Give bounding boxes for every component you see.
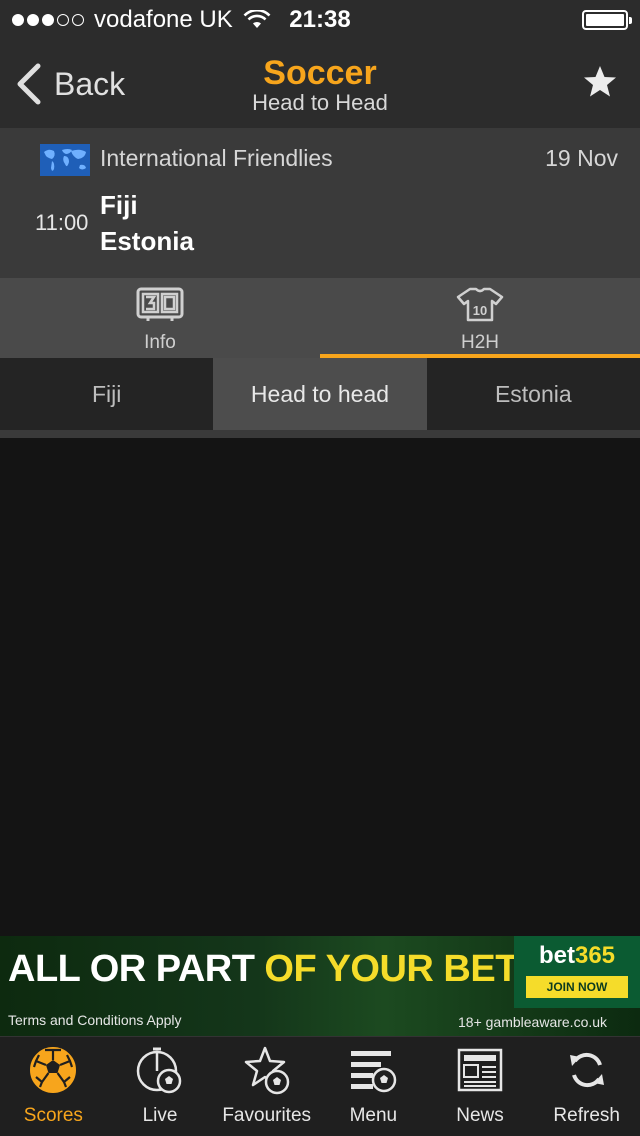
ad-headline-yellow: OF YOUR BET — [264, 948, 518, 990]
page-subtitle: Head to Head — [252, 90, 388, 115]
match-date: 19 Nov — [545, 145, 618, 171]
bottom-tab-live[interactable]: Live — [107, 1037, 214, 1136]
bottom-tab-favourites[interactable]: Favourites — [213, 1037, 320, 1136]
status-bar: vodafone UK 21:38 — [0, 0, 640, 40]
svg-text:10: 10 — [473, 303, 487, 318]
h2h-segment-control: Fiji Head to head Estonia — [0, 358, 640, 430]
tab-label: H2H — [460, 332, 499, 353]
star-icon[interactable] — [582, 64, 618, 100]
segment-away[interactable]: Estonia — [427, 358, 640, 430]
navigation-bar: Back Soccer Head to Head — [0, 40, 640, 128]
soccer-ball-icon — [30, 1047, 77, 1093]
ad-terms: Terms and Conditions Apply — [8, 1012, 182, 1028]
carrier-name: vodafone UK — [94, 6, 233, 33]
signal-dot — [72, 14, 84, 26]
h2h-content — [0, 438, 640, 936]
bet365-logo: bet365 JOIN NOW — [514, 936, 640, 1008]
bottom-tab-label: Menu — [349, 1105, 398, 1126]
favourites-icon — [244, 1046, 289, 1095]
ad-gambleaware: 18+ gambleaware.co.uk — [458, 1014, 608, 1030]
live-icon — [136, 1047, 182, 1094]
competition-name: International Friendlies — [100, 145, 333, 171]
bottom-tab-label: Favourites — [222, 1105, 312, 1126]
ad-brand: bet365 — [538, 942, 616, 969]
segment-home[interactable]: Fiji — [0, 358, 213, 430]
home-team: Fiji — [100, 190, 138, 220]
news-icon — [457, 1048, 503, 1092]
detail-tabs: Info 10 H2H — [0, 278, 640, 358]
signal-strength — [12, 14, 84, 26]
segment-head-to-head[interactable]: Head to head — [213, 358, 427, 430]
tab-h2h[interactable]: 10 H2H — [320, 278, 640, 358]
away-team: Estonia — [100, 226, 194, 256]
menu-icon — [351, 1051, 397, 1093]
signal-dot — [27, 14, 39, 26]
bottom-tab-label: Scores — [23, 1105, 83, 1126]
bottom-tab-label: News — [456, 1105, 504, 1126]
shirt-icon: 10 — [456, 287, 504, 322]
world-map-icon — [40, 144, 90, 176]
signal-dot — [57, 14, 69, 26]
signal-dot — [42, 14, 54, 26]
refresh-icon — [569, 1052, 604, 1088]
divider — [0, 430, 640, 438]
bottom-tab-news[interactable]: News — [427, 1037, 534, 1136]
bottom-tab-label: Refresh — [553, 1105, 620, 1126]
join-now-button[interactable]: JOIN NOW — [526, 976, 628, 998]
bottom-tab-menu[interactable]: Menu — [320, 1037, 427, 1136]
bottom-tab-label: Live — [142, 1105, 178, 1126]
kickoff-time: 11:00 — [35, 210, 89, 235]
scoreboard-icon — [136, 287, 184, 321]
bottom-tab-refresh[interactable]: Refresh — [533, 1037, 640, 1136]
bottom-tab-bar: Scores Live Favourites Menu News Refresh — [0, 1036, 640, 1136]
signal-dot — [12, 14, 24, 26]
page-title: Soccer — [263, 54, 377, 92]
ad-banner[interactable]: ALL OR PART OF YOUR BET Terms and Conditi… — [0, 936, 640, 1036]
match-header: International Friendlies 19 Nov 11:00 Fi… — [0, 128, 640, 278]
wifi-icon — [243, 10, 271, 28]
ad-headline: ALL OR PART OF YOUR BET — [8, 948, 518, 991]
ad-headline-white: ALL OR PART — [8, 948, 255, 990]
tab-label: Info — [144, 332, 176, 353]
battery-icon — [582, 10, 632, 30]
tab-info[interactable]: Info — [0, 278, 320, 358]
bottom-tab-scores[interactable]: Scores — [0, 1037, 107, 1136]
